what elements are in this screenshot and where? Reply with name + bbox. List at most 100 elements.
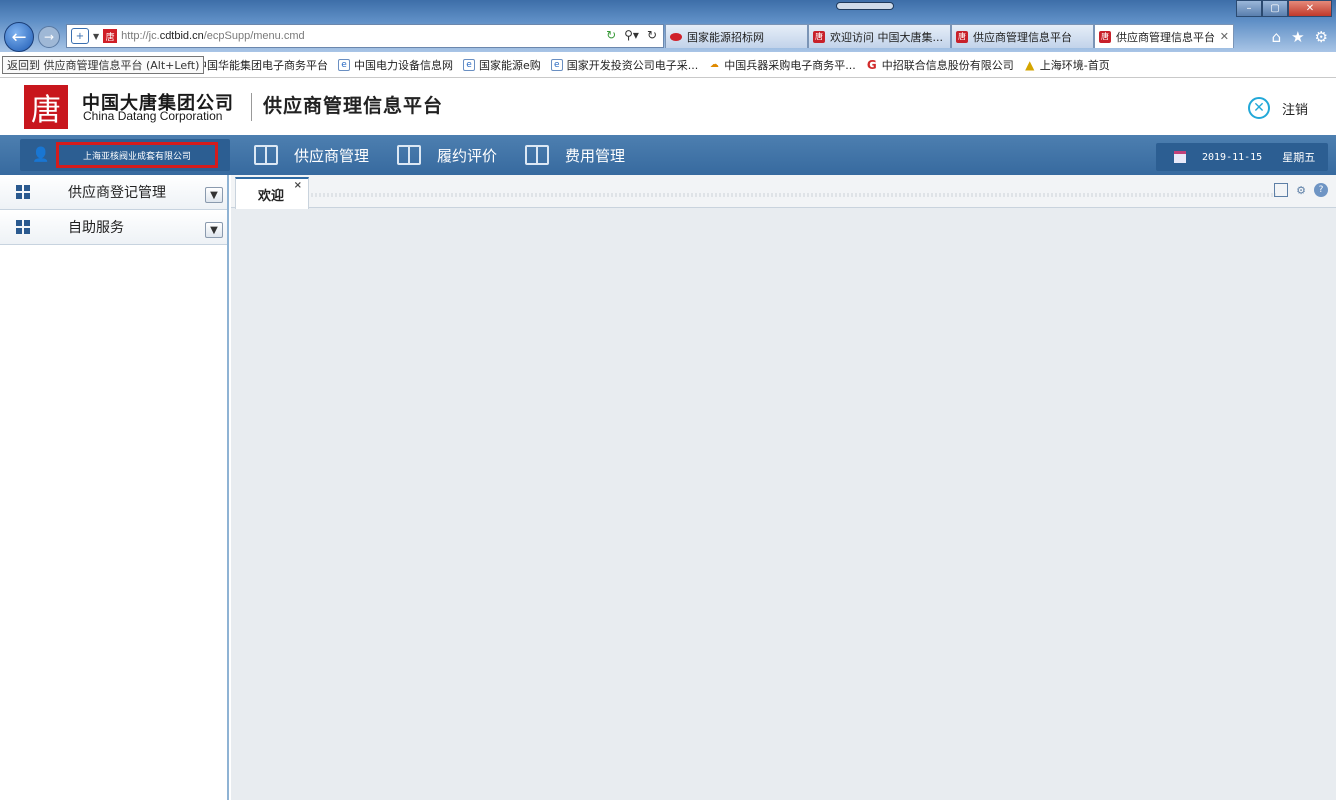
gear-icon[interactable]: ⚙: [1294, 183, 1308, 197]
browser-tab[interactable]: 国家能源招标网: [665, 24, 808, 48]
datang-favicon-icon: 唐: [813, 30, 825, 43]
favorite-label: 中国兵器采购电子商务平...: [724, 58, 856, 72]
calendar-icon: [1174, 151, 1186, 163]
favorite-label: 国家开发投资公司电子采...: [566, 58, 699, 72]
ie-page-icon: e: [550, 58, 563, 71]
book-icon: [525, 145, 550, 165]
forward-button[interactable]: →: [38, 26, 60, 48]
nav-menu: 供应商管理 履约评价 费用管理: [254, 135, 653, 175]
company-name-en: China Datang Corporation: [83, 109, 223, 123]
user-icon: 👤: [32, 147, 50, 163]
favorite-item[interactable]: e 国家能源e购: [463, 57, 541, 73]
favorite-label: 中招联合信息股份有限公司: [881, 58, 1014, 72]
sidebar-item-label: 供应商登记管理: [68, 185, 166, 201]
url-prefix: http://jc.: [121, 30, 160, 42]
window-controls: – ▢ ✕: [1236, 0, 1332, 18]
browser-tab-label: 国家能源招标网: [687, 30, 764, 44]
sidebar-item-supplier-registration[interactable]: 供应商登记管理 ▼: [0, 175, 227, 210]
nav-item-label: 供应商管理: [294, 146, 370, 165]
lips-icon: [670, 32, 682, 41]
content-tab-strip: 欢迎 × ⚙ ?: [231, 175, 1336, 209]
url-path: /ecpSupp/menu.cmd: [203, 30, 305, 42]
favorite-item[interactable]: e 国家开发投资公司电子采...: [550, 57, 699, 73]
window-drag-handle[interactable]: [836, 2, 894, 10]
browser-tab[interactable]: 唐 供应商管理信息平台: [951, 24, 1094, 48]
shield-icon[interactable]: +: [71, 28, 89, 44]
favorite-label: 国家能源e购: [479, 58, 541, 72]
nav-item-label: 履约评价: [437, 146, 498, 165]
browser-tab-active[interactable]: 唐 供应商管理信息平台 ✕: [1094, 24, 1234, 48]
tab-welcome[interactable]: 欢迎 ×: [235, 177, 309, 209]
maximize-icon[interactable]: [1274, 183, 1288, 197]
address-url[interactable]: http://jc.cdtbid.cn/ecpSupp/menu.cmd: [121, 30, 304, 42]
browser-tab-label: 供应商管理信息平台: [973, 30, 1072, 44]
logout-label[interactable]: 注销: [1282, 99, 1308, 118]
chevron-down-icon[interactable]: ▼: [93, 32, 99, 41]
browser-tab-label: 供应商管理信息平台: [1116, 30, 1215, 44]
sidebar-item-label: 自助服务: [68, 220, 124, 236]
datang-favicon-icon: 唐: [1099, 30, 1111, 43]
back-tooltip: 返回到 供应商管理信息平台 (Alt+Left): [2, 56, 205, 74]
compat-view-icon[interactable]: ↻: [606, 28, 616, 42]
url-domain: cdtbid.cn: [159, 30, 204, 42]
main-nav-bar: 👤 上海亚核阀业成套有限公司 供应商管理 履约评价 费用管理 2019-11-1…: [0, 135, 1336, 175]
current-date: 2019-11-15: [1202, 151, 1263, 163]
browser-chrome: – ▢ ✕ ← → + ▼ 唐 http://jc.cdtbid.cn/ecpS…: [0, 0, 1336, 52]
user-company-box: 👤 上海亚核阀业成套有限公司: [20, 139, 230, 171]
browser-tab[interactable]: 唐 欢迎访问 中国大唐集...: [808, 24, 951, 48]
back-button[interactable]: ←: [4, 22, 34, 52]
logout-button[interactable]: ✕ 注销: [1247, 97, 1308, 119]
browser-tabs: 国家能源招标网 唐 欢迎访问 中国大唐集... 唐 供应商管理信息平台 唐 供应…: [665, 24, 1234, 48]
favorite-label: 上海环境-首页: [1039, 58, 1110, 72]
tab-strip-texture: [311, 193, 1276, 197]
favorite-item[interactable]: ☁ 中国兵器采购电子商务平...: [708, 57, 856, 73]
arrow-left-icon: ←: [11, 26, 27, 48]
book-icon: [397, 145, 422, 165]
supplier-company-name: 上海亚核阀业成套有限公司: [56, 142, 218, 168]
close-tab-icon[interactable]: ✕: [1220, 30, 1229, 43]
nav-item-performance-evaluation[interactable]: 履约评价: [397, 135, 497, 175]
favorite-item[interactable]: e 中国电力设备信息网: [338, 57, 453, 73]
gear-icon[interactable]: ⚙: [1315, 28, 1328, 46]
datang-favicon-icon: 唐: [956, 30, 968, 43]
close-icon[interactable]: ×: [294, 180, 302, 191]
chevron-down-icon[interactable]: ▼: [205, 187, 223, 203]
page-header: 唐 中国大唐集团公司 China Datang Corporation 供应商管…: [0, 79, 1336, 135]
restore-button[interactable]: ▢: [1262, 0, 1288, 17]
grid-icon: [16, 220, 30, 234]
tab-tools: ⚙ ?: [1274, 183, 1328, 197]
tab-label: 欢迎: [258, 188, 285, 204]
favorite-item[interactable]: ▲ 上海环境-首页: [1024, 57, 1110, 73]
header-divider: [251, 93, 252, 121]
nav-item-label: 费用管理: [565, 146, 626, 165]
address-bar[interactable]: + ▼ 唐 http://jc.cdtbid.cn/ecpSupp/menu.c…: [66, 24, 664, 48]
minimize-button[interactable]: –: [1236, 0, 1262, 17]
help-icon[interactable]: ?: [1314, 183, 1328, 197]
browser-nav-row: ← → + ▼ 唐 http://jc.cdtbid.cn/ecpSupp/me…: [0, 22, 1336, 52]
warning-icon: ▲: [1025, 57, 1035, 72]
ie-page-icon: e: [463, 58, 475, 71]
g-icon: G: [866, 57, 877, 72]
star-icon[interactable]: ★: [1291, 28, 1304, 46]
browser-tab-label: 欢迎访问 中国大唐集...: [830, 30, 943, 44]
refresh-icon[interactable]: ↻: [647, 28, 657, 42]
favorite-label: 中国华能集团电子商务平台: [196, 58, 328, 72]
close-circle-icon[interactable]: ✕: [1247, 97, 1270, 119]
address-tools: ↻ ⚲▾ ↻: [606, 28, 657, 42]
nav-item-fee-management[interactable]: 费用管理: [525, 135, 625, 175]
page-title: 供应商管理信息平台: [263, 95, 444, 117]
datang-logo: 唐: [24, 85, 68, 129]
home-icon[interactable]: ⌂: [1272, 28, 1282, 46]
favorite-label: 中国电力设备信息网: [354, 58, 453, 72]
search-icon[interactable]: ⚲▾: [624, 28, 639, 42]
favorite-item[interactable]: G 中招联合信息股份有限公司: [866, 57, 1014, 73]
cloud-icon: ☁: [709, 59, 719, 70]
sidebar: 供应商登记管理 ▼ 自助服务 ▼: [0, 175, 229, 800]
close-window-button[interactable]: ✕: [1288, 0, 1332, 17]
current-weekday: 星期五: [1282, 151, 1316, 164]
chevron-down-icon[interactable]: ▼: [205, 222, 223, 238]
nav-item-supplier-management[interactable]: 供应商管理: [254, 135, 369, 175]
favorite-item[interactable]: 中国华能集团电子商务平台: [196, 57, 328, 73]
sidebar-item-self-service[interactable]: 自助服务 ▼: [0, 210, 227, 245]
arrow-right-icon: →: [43, 30, 55, 44]
